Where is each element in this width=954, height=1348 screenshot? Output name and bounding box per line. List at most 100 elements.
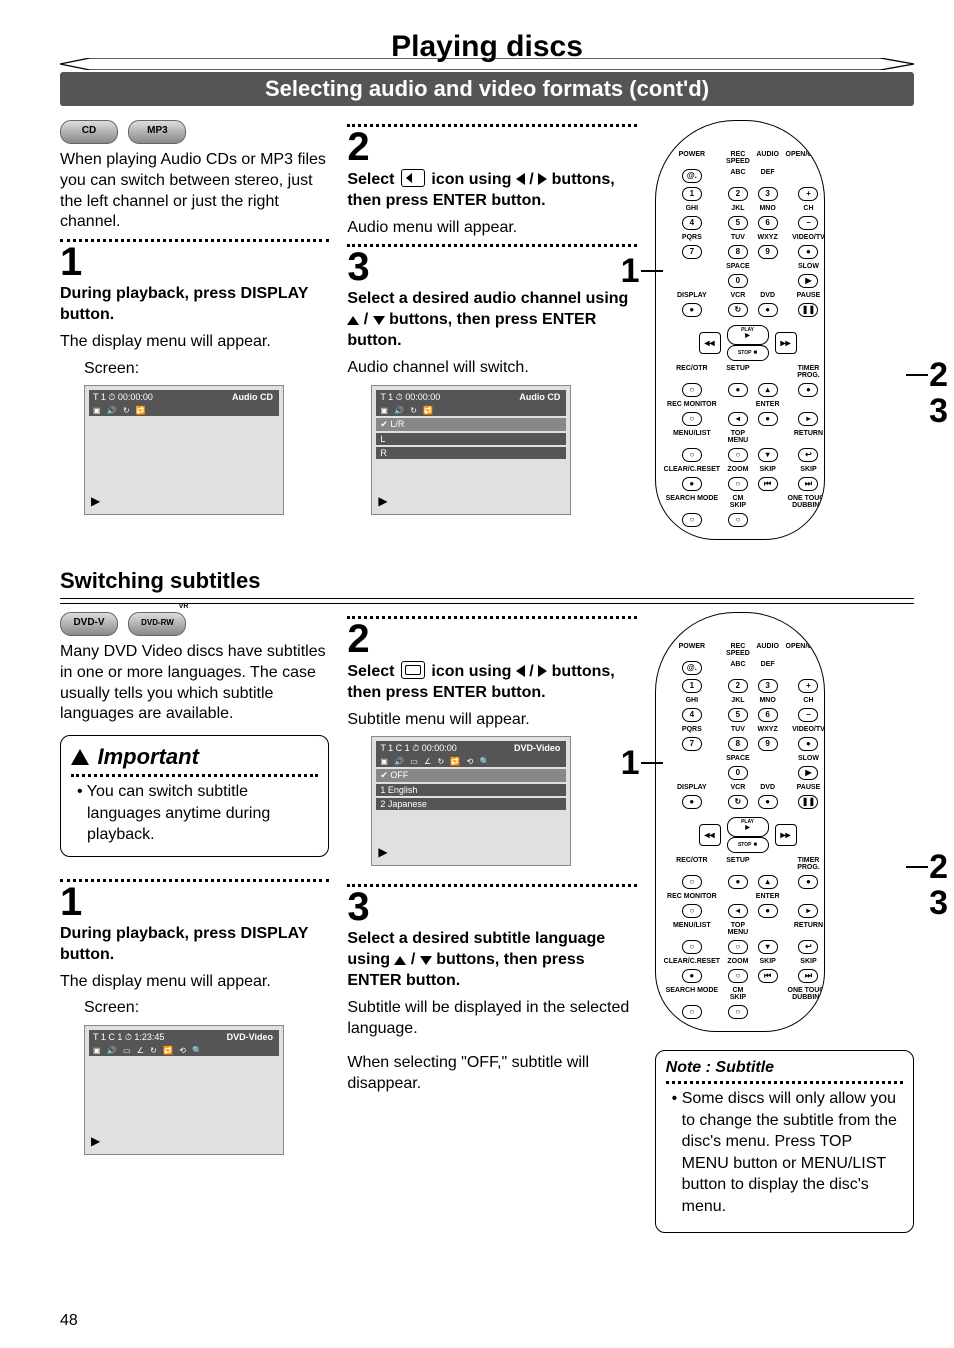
remote-button[interactable]: 0: [728, 274, 748, 288]
remote-button[interactable]: ◂: [728, 904, 748, 918]
remote-button[interactable]: 8: [728, 245, 748, 259]
remote-button[interactable]: 3: [758, 187, 778, 201]
remote-button[interactable]: ●: [682, 303, 702, 317]
ffwd-button[interactable]: ▸▸: [775, 332, 797, 354]
remote-button[interactable]: 0: [728, 766, 748, 780]
remote-cell: 3: [756, 679, 780, 693]
remote-button[interactable]: ▸: [798, 904, 818, 918]
remote-button[interactable]: 1: [682, 679, 702, 693]
remote-button[interactable]: ▶: [798, 274, 818, 288]
remote-button[interactable]: ↩: [798, 940, 818, 954]
remote-button[interactable]: +: [798, 679, 818, 693]
remote-button[interactable]: ●: [758, 904, 778, 918]
stop-button[interactable]: STOP■: [727, 837, 769, 853]
remote-button[interactable]: ○: [682, 1005, 702, 1019]
remote-button[interactable]: 2: [728, 187, 748, 201]
remote-button[interactable]: 5: [728, 708, 748, 722]
remote-button[interactable]: 9: [758, 245, 778, 259]
remote-button[interactable]: ●: [758, 303, 778, 317]
play-button[interactable]: PLAY▶: [727, 325, 769, 345]
remote-button[interactable]: ▸: [798, 412, 818, 426]
remote-button[interactable]: ●: [798, 383, 818, 397]
remote-label: TOP MENU: [726, 430, 750, 444]
remote-label: PQRS: [682, 726, 702, 733]
remote-button[interactable]: ▴: [758, 383, 778, 397]
remote-label: SEARCH MODE: [666, 987, 719, 994]
remote-button[interactable]: ⏮: [758, 969, 778, 983]
remote-button[interactable]: ●: [728, 383, 748, 397]
remote-button[interactable]: ●: [798, 875, 818, 889]
remote-button[interactable]: ○: [682, 940, 702, 954]
remote-button[interactable]: ↩: [798, 448, 818, 462]
remote-button[interactable]: ○: [728, 940, 748, 954]
ffwd-button[interactable]: ▸▸: [775, 824, 797, 846]
remote-button[interactable]: −: [798, 216, 818, 230]
remote-button[interactable]: +: [798, 187, 818, 201]
remote-button[interactable]: ▾: [758, 448, 778, 462]
remote-button[interactable]: ▴: [758, 875, 778, 889]
remote-button[interactable]: ●: [682, 795, 702, 809]
right-arrow-icon: [538, 173, 547, 185]
remote-button[interactable]: ○: [728, 1005, 748, 1019]
remote-button[interactable]: ○: [682, 448, 702, 462]
rew-button[interactable]: ◂◂: [699, 332, 721, 354]
remote-button[interactable]: @.: [682, 169, 702, 183]
remote-button[interactable]: ○: [728, 513, 748, 527]
remote-button[interactable]: ○: [682, 383, 702, 397]
remote-button[interactable]: ●: [798, 737, 818, 751]
remote-button[interactable]: 6: [758, 216, 778, 230]
remote-button[interactable]: ○: [682, 513, 702, 527]
remote-button[interactable]: ↻: [728, 303, 748, 317]
remote-cell: SLOW: [786, 755, 825, 762]
remote-cell: CM SKIP: [726, 495, 750, 509]
down-arrow-icon: [420, 956, 432, 965]
remote-button[interactable]: ▶: [798, 766, 818, 780]
remote-cell: MENU/LIST: [664, 430, 720, 444]
remote-button[interactable]: ↻: [728, 795, 748, 809]
remote-button[interactable]: 5: [728, 216, 748, 230]
remote-button[interactable]: −: [798, 708, 818, 722]
remote-button[interactable]: ◂: [728, 412, 748, 426]
remote-cell: ◂: [726, 904, 750, 918]
remote-button[interactable]: ⏮: [758, 477, 778, 491]
remote-button[interactable]: ●: [682, 969, 702, 983]
stop-button[interactable]: STOP■: [727, 345, 769, 361]
remote-button[interactable]: ○: [682, 904, 702, 918]
remote-button[interactable]: ⏭: [798, 477, 818, 491]
remote-cell: SLOW: [786, 263, 825, 270]
remote-button[interactable]: 1: [682, 187, 702, 201]
remote-label: SLOW: [798, 755, 819, 762]
remote-label: SEARCH MODE: [666, 495, 719, 502]
remote-button[interactable]: 6: [758, 708, 778, 722]
remote-button[interactable]: ○: [728, 477, 748, 491]
remote-button[interactable]: ▾: [758, 940, 778, 954]
play-icon: ▶: [91, 1134, 100, 1148]
remote-button[interactable]: 3: [758, 679, 778, 693]
remote-button[interactable]: 4: [682, 216, 702, 230]
remote-button[interactable]: ○: [728, 969, 748, 983]
remote-button[interactable]: ❚❚: [798, 795, 818, 809]
remote-button[interactable]: ●: [758, 795, 778, 809]
remote-button[interactable]: 8: [728, 737, 748, 751]
remote-cell: VIDEO/TV: [786, 726, 825, 733]
remote-button[interactable]: 4: [682, 708, 702, 722]
remote-button[interactable]: 7: [682, 737, 702, 751]
remote-button[interactable]: 7: [682, 245, 702, 259]
remote-button[interactable]: ○: [682, 875, 702, 889]
remote-button[interactable]: ●: [728, 875, 748, 889]
remote-button[interactable]: ❚❚: [798, 303, 818, 317]
remote-button[interactable]: ⏭: [798, 969, 818, 983]
remote-cell: ○: [726, 448, 750, 462]
remote-button[interactable]: @.: [682, 661, 702, 675]
remote-button[interactable]: ○: [682, 412, 702, 426]
remote-button[interactable]: 9: [758, 737, 778, 751]
play-button[interactable]: PLAY▶: [727, 817, 769, 837]
remote-button[interactable]: ○: [728, 448, 748, 462]
remote-cell: ⏮: [756, 477, 780, 491]
sub-step1-text: The display menu will appear.: [60, 972, 329, 993]
remote-button[interactable]: ●: [758, 412, 778, 426]
remote-button[interactable]: 2: [728, 679, 748, 693]
remote-button[interactable]: ●: [682, 477, 702, 491]
rew-button[interactable]: ◂◂: [699, 824, 721, 846]
remote-button[interactable]: ●: [798, 245, 818, 259]
